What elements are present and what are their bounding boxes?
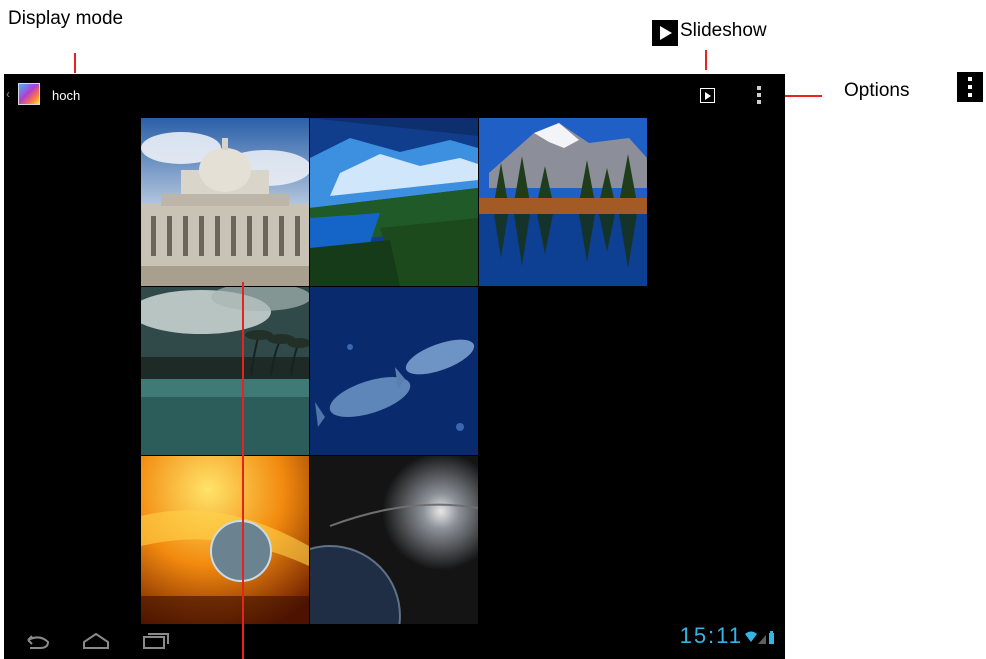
photo-glacier-lake[interactable] bbox=[310, 118, 478, 286]
photo-grid-callout-line bbox=[242, 282, 244, 659]
up-caret-icon[interactable]: ‹ bbox=[6, 87, 10, 101]
home-icon[interactable] bbox=[76, 628, 116, 652]
recent-apps-icon[interactable] bbox=[134, 628, 174, 652]
photo-sun-surface-planet[interactable] bbox=[141, 456, 309, 624]
options-legend-icon bbox=[957, 72, 983, 102]
options-callout: Options bbox=[844, 80, 910, 101]
photo-mountain-lake-reflection[interactable] bbox=[479, 118, 647, 286]
gallery-screen: ‹ hoch 15:11 bbox=[4, 74, 785, 659]
slideshow-icon[interactable] bbox=[700, 88, 715, 103]
photo-space-planet[interactable] bbox=[310, 456, 478, 624]
display-mode-callout-line bbox=[74, 53, 76, 73]
photo-tropical-beach[interactable] bbox=[141, 287, 309, 455]
overflow-menu-icon[interactable] bbox=[757, 86, 761, 104]
back-icon[interactable] bbox=[18, 628, 58, 652]
signal-icon bbox=[758, 635, 766, 644]
battery-icon bbox=[769, 633, 774, 644]
display-mode-callout: Display mode bbox=[8, 8, 124, 29]
photo-underwater-fish[interactable] bbox=[310, 287, 478, 455]
slideshow-callout-line bbox=[705, 50, 707, 70]
photo-capitol-building[interactable] bbox=[141, 118, 309, 286]
options-callout-line bbox=[785, 95, 822, 97]
gallery-app-icon[interactable] bbox=[18, 83, 40, 105]
status-icons bbox=[745, 631, 774, 644]
status-clock: 15:11 bbox=[679, 623, 743, 648]
slideshow-callout: Slideshow bbox=[680, 20, 767, 41]
navigation-bar: 15:11 bbox=[4, 622, 785, 659]
wifi-icon bbox=[745, 631, 757, 642]
slideshow-legend-icon bbox=[652, 20, 678, 46]
album-title[interactable]: hoch bbox=[52, 88, 80, 103]
action-bar: ‹ hoch bbox=[4, 74, 785, 116]
